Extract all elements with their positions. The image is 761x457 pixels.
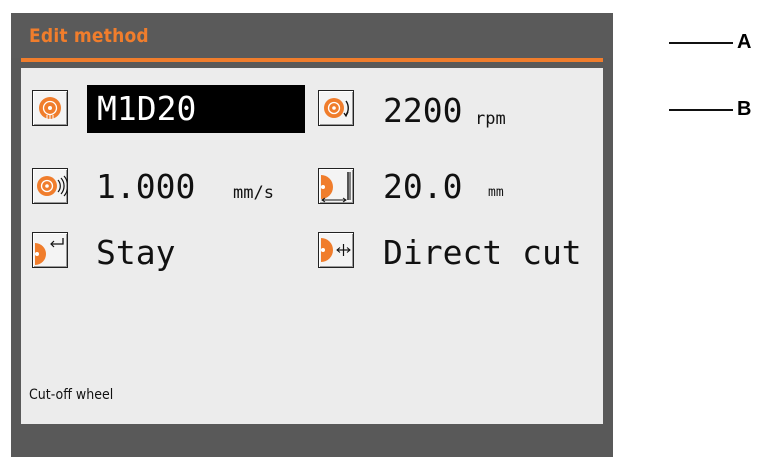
rotation-speed-icon[interactable] (318, 90, 354, 126)
feed-value[interactable]: 1.000 (96, 167, 195, 207)
title-bar: Edit method (11, 13, 613, 58)
callout-line-b (669, 109, 733, 111)
cut-length-value[interactable]: 20.0 (383, 167, 462, 207)
footer-label: Cut-off wheel (29, 387, 114, 403)
end-position-value[interactable]: Stay (96, 233, 175, 273)
end-position-icon[interactable] (32, 232, 68, 268)
speed-value[interactable]: 2200 (383, 91, 462, 131)
cut-mode-icon[interactable] (318, 232, 354, 268)
cut-mode-value[interactable]: Direct cut (383, 233, 582, 273)
device-display: Edit method M1D20 2200 rpm 1.000 mm/s 20… (11, 13, 613, 457)
callout-letter-b: B (737, 98, 752, 120)
title-divider (21, 58, 603, 62)
callout-line-a (669, 42, 733, 44)
callout-letter-a: A (737, 31, 752, 53)
cut-off-wheel-icon[interactable] (32, 90, 68, 126)
page-title: Edit method (29, 25, 149, 47)
feed-speed-icon[interactable] (32, 168, 68, 204)
cut-length-icon[interactable] (318, 168, 354, 204)
cut-length-unit: mm (488, 185, 504, 200)
method-name-value: M1D20 (97, 89, 197, 128)
feed-unit: mm/s (233, 183, 274, 203)
speed-unit: rpm (475, 109, 506, 129)
method-name-field[interactable]: M1D20 (87, 85, 305, 133)
